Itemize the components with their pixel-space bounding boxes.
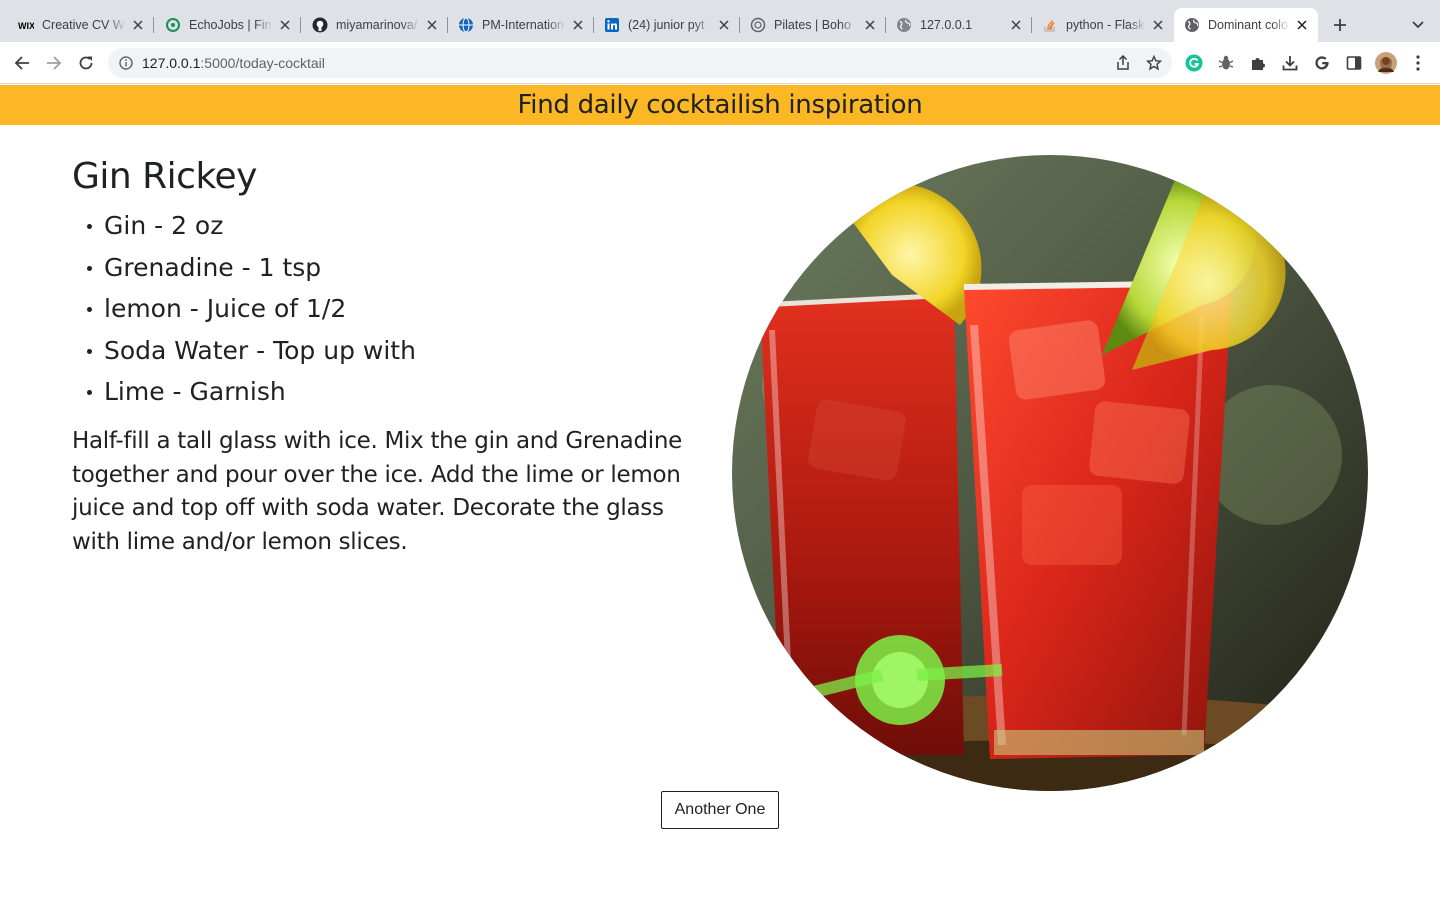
browser-toolbar: 127.0.0.1:5000/today-cocktail xyxy=(0,42,1440,84)
globe-icon xyxy=(1184,17,1200,33)
new-tab-button[interactable] xyxy=(1328,13,1352,37)
tab-title: PM-Internation xyxy=(482,18,564,32)
arrow-right-icon xyxy=(47,56,62,70)
tab-title: (24) junior pyt xyxy=(628,18,705,32)
github-icon xyxy=(312,17,328,33)
tab-title: miyamarinova/ xyxy=(336,18,418,32)
tab-title: Pilates | Boho xyxy=(774,18,851,32)
menu-kebab-icon[interactable] xyxy=(1406,51,1430,75)
globe-logo-icon xyxy=(458,17,474,33)
tab-title: python - Flask xyxy=(1066,18,1145,32)
arrow-left-icon xyxy=(14,56,29,70)
url-host: 127.0.0.1 xyxy=(142,55,201,71)
back-button[interactable] xyxy=(10,51,34,75)
svg-text:WIX: WIX xyxy=(18,21,34,31)
download-icon[interactable] xyxy=(1278,51,1302,75)
close-icon[interactable] xyxy=(1008,17,1024,33)
tab-title: EchoJobs | Fin xyxy=(189,18,272,32)
extensions-puzzle-icon[interactable] xyxy=(1246,51,1270,75)
address-bar[interactable]: 127.0.0.1:5000/today-cocktail xyxy=(108,48,1172,78)
tab-search-button[interactable] xyxy=(1406,13,1430,37)
linkedin-icon xyxy=(604,17,620,33)
pilates-icon xyxy=(750,17,766,33)
tab-dominant-color[interactable]: Dominant colo xyxy=(1174,8,1318,42)
tab-stackoverflow[interactable]: python - Flask xyxy=(1032,8,1174,42)
wix-icon: WIX xyxy=(18,17,34,33)
bookmark-star-icon[interactable] xyxy=(1143,52,1165,74)
tab-separator xyxy=(300,17,301,33)
ingredients-list: Gin - 2 oz Grenadine - 1 tsp lemon - Jui… xyxy=(87,205,416,413)
plus-icon xyxy=(1334,19,1346,31)
tab-creative-cv[interactable]: WIX Creative CV W xyxy=(8,8,154,42)
ingredient-item: Soda Water - Top up with xyxy=(87,330,416,372)
side-panel-icon[interactable] xyxy=(1342,51,1366,75)
tab-github[interactable]: miyamarinova/ xyxy=(302,8,448,42)
close-icon[interactable] xyxy=(862,17,878,33)
close-icon[interactable] xyxy=(716,17,732,33)
url-path: :5000/today-cocktail xyxy=(200,55,325,71)
another-one-button[interactable]: Another One xyxy=(661,791,779,829)
tab-localhost[interactable]: 127.0.0.1 xyxy=(886,8,1032,42)
tab-pilates[interactable]: Pilates | Boho xyxy=(740,8,886,42)
tab-separator xyxy=(153,17,154,33)
tab-pm-international[interactable]: PM-Internation xyxy=(448,8,594,42)
tab-linkedin[interactable]: (24) junior pyt xyxy=(594,8,740,42)
chevron-down-icon xyxy=(1412,21,1424,29)
ingredient-item: Lime - Garnish xyxy=(87,371,416,413)
tab-title: Creative CV W xyxy=(42,18,125,32)
close-icon[interactable] xyxy=(277,17,293,33)
close-icon[interactable] xyxy=(1294,17,1310,33)
close-icon[interactable] xyxy=(130,17,146,33)
close-icon[interactable] xyxy=(1150,17,1166,33)
google-icon[interactable] xyxy=(1310,51,1334,75)
instructions-text: Half-fill a tall glass with ice. Mix the… xyxy=(72,428,682,555)
tab-title: 127.0.0.1 xyxy=(920,18,973,32)
page-banner: Find daily cocktailish inspiration xyxy=(0,85,1440,125)
close-icon[interactable] xyxy=(570,17,586,33)
site-info-icon[interactable] xyxy=(118,55,134,71)
ingredient-item: Grenadine - 1 tsp xyxy=(87,247,416,289)
drink-title: Gin Rickey xyxy=(72,156,257,197)
close-icon[interactable] xyxy=(424,17,440,33)
grammarly-icon[interactable] xyxy=(1182,51,1206,75)
tab-strip: WIX Creative CV W EchoJobs | Fin miyamar… xyxy=(0,0,1440,42)
reload-button[interactable] xyxy=(74,51,98,75)
avatar[interactable] xyxy=(1374,51,1398,75)
bug-extension-icon[interactable] xyxy=(1214,51,1238,75)
tab-echojobs[interactable]: EchoJobs | Fin xyxy=(155,8,301,42)
ingredient-item: Gin - 2 oz xyxy=(87,205,416,247)
ingredient-item: lemon - Juice of 1/2 xyxy=(87,288,416,330)
forward-button[interactable] xyxy=(42,51,66,75)
echojobs-icon xyxy=(165,17,181,33)
reload-icon xyxy=(79,56,93,70)
tab-title: Dominant colo xyxy=(1208,18,1288,32)
stackoverflow-icon xyxy=(1042,17,1058,33)
globe-icon xyxy=(896,17,912,33)
share-icon[interactable] xyxy=(1112,52,1134,74)
cocktail-photo xyxy=(732,155,1368,791)
